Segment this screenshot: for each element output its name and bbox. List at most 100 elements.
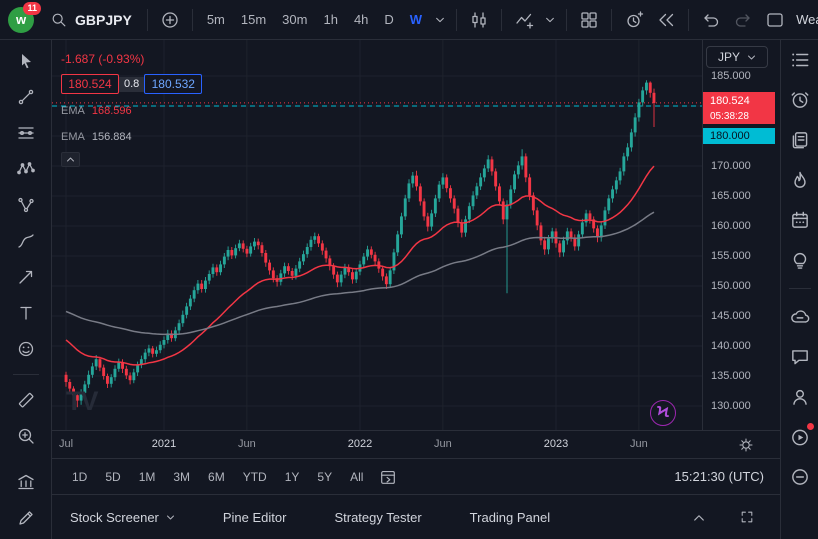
buy-button[interactable]: 180.532 — [144, 74, 202, 94]
ema-fast-label: EMA — [61, 105, 85, 117]
range-3m[interactable]: 3M — [165, 465, 198, 489]
interval-1w[interactable]: W — [403, 6, 429, 34]
sidebar-divider — [789, 288, 811, 289]
candlestick-plot — [52, 40, 702, 430]
ideas-button[interactable] — [786, 248, 814, 272]
range-1y[interactable]: 1Y — [277, 465, 308, 489]
people-button[interactable] — [786, 385, 814, 409]
tool-arrow-button[interactable] — [11, 266, 41, 288]
chart-pane[interactable]: -1.687 (-0.93%) 180.524 0.8 180.532 EMA … — [52, 40, 702, 430]
gear-icon — [738, 437, 754, 453]
tool-ruler-button[interactable] — [11, 389, 41, 411]
goto-date-button[interactable] — [373, 463, 403, 491]
time-axis[interactable]: Jul2021Jun2022Jun2023Jun — [52, 430, 780, 459]
tool-xabcd-button[interactable] — [11, 158, 41, 180]
redo-arrow-icon — [733, 10, 753, 30]
sell-button[interactable]: 180.524 — [61, 74, 119, 94]
more-button[interactable] — [786, 465, 814, 489]
calendar-button[interactable] — [786, 208, 814, 232]
price-axis[interactable]: 185.000180.000175.000170.000165.000160.0… — [702, 40, 781, 430]
chart-settings-button[interactable] — [734, 435, 758, 455]
layout-name-button[interactable]: Wea — [796, 12, 818, 27]
notification-badge: 11 — [23, 2, 41, 15]
replay-button[interactable] — [651, 6, 681, 34]
range-ytd[interactable]: YTD — [235, 465, 275, 489]
chart-style-button[interactable] — [464, 6, 494, 34]
price-axis-label: 140.000 — [711, 340, 751, 352]
watchlist-button[interactable] — [786, 48, 814, 72]
alarm-clock-icon — [789, 89, 811, 111]
maximize-panel-button[interactable] — [732, 503, 762, 531]
calendar-icon — [789, 209, 811, 231]
indicators-menu-button[interactable] — [541, 6, 559, 34]
layout-grid-button[interactable] — [574, 6, 604, 34]
tool-columns-button[interactable] — [11, 471, 41, 493]
replay-rewind-icon — [656, 10, 676, 30]
tool-pencil-button[interactable] — [11, 507, 41, 529]
intervals-menu-button[interactable] — [431, 6, 449, 34]
range-6m[interactable]: 6M — [200, 465, 233, 489]
time-axis-label: Jun — [238, 438, 256, 450]
interval-1d[interactable]: D — [377, 6, 400, 34]
collapse-indicators-button[interactable] — [61, 152, 80, 167]
range-1m[interactable]: 1M — [131, 465, 164, 489]
undo-button[interactable] — [696, 6, 726, 34]
interval-4h[interactable]: 4h — [347, 6, 375, 34]
fullscreen-button[interactable] — [760, 6, 790, 34]
time-axis-label: 2022 — [348, 438, 372, 450]
tool-zoom-button[interactable] — [11, 425, 41, 447]
tool-trendline-button[interactable] — [11, 86, 41, 108]
currency-toggle-button[interactable]: JPY — [706, 46, 768, 68]
interval-5m[interactable]: 5m — [200, 6, 232, 34]
interval-15m[interactable]: 15m — [234, 6, 273, 34]
tab-label: Strategy Tester — [334, 510, 421, 525]
time-axis-labels: Jul2021Jun2022Jun2023Jun — [52, 431, 702, 459]
indicators-button[interactable] — [509, 6, 539, 34]
tool-cursor-button[interactable] — [11, 50, 41, 72]
news-button[interactable] — [786, 128, 814, 152]
tab-pine-editor[interactable]: Pine Editor — [223, 510, 287, 525]
expand-panel-button[interactable] — [684, 503, 714, 531]
tool-text-button[interactable] — [11, 302, 41, 324]
minds-button[interactable] — [786, 305, 814, 329]
toolbar-divider — [611, 9, 612, 31]
price-axis-label: 185.000 — [711, 70, 751, 82]
create-alert-button[interactable] — [619, 6, 649, 34]
play-circle-icon — [789, 426, 811, 448]
price-axis-label: 165.000 — [711, 190, 751, 202]
indicators-icon — [514, 10, 534, 30]
tool-forecast-button[interactable] — [11, 194, 41, 216]
ema-fast-value: 168.596 — [92, 105, 132, 117]
range-5y[interactable]: 5Y — [309, 465, 340, 489]
range-all[interactable]: All — [342, 465, 371, 489]
undo-arrow-icon — [701, 10, 721, 30]
logo-avatar[interactable]: w 11 — [8, 7, 34, 33]
tool-emoji-button[interactable] — [11, 338, 41, 360]
tab-strategy-tester[interactable]: Strategy Tester — [334, 510, 421, 525]
hotlists-button[interactable] — [786, 168, 814, 192]
range-5d[interactable]: 5D — [97, 465, 128, 489]
forecast-dots-icon — [16, 195, 36, 215]
compare-add-button[interactable] — [155, 6, 185, 34]
tab-trading-panel[interactable]: Trading Panel — [470, 510, 550, 525]
alerts-button[interactable] — [786, 88, 814, 112]
columns-building-icon — [16, 472, 36, 492]
alarm-clock-plus-icon — [624, 10, 644, 30]
streams-button[interactable] — [786, 425, 814, 449]
tool-brush-button[interactable] — [11, 230, 41, 252]
brush-icon — [16, 231, 36, 251]
quick-trade-button[interactable]: Ϟ — [650, 400, 676, 426]
toolbar-divider — [566, 9, 567, 31]
right-sidebar — [780, 40, 818, 539]
maximize-icon — [739, 509, 755, 525]
symbol-search-button[interactable]: GBPJPY — [42, 6, 140, 34]
chat-button[interactable] — [786, 345, 814, 369]
interval-1h[interactable]: 1h — [316, 6, 344, 34]
range-1d[interactable]: 1D — [64, 465, 95, 489]
interval-30m[interactable]: 30m — [275, 6, 314, 34]
clock-utc[interactable]: 15:21:30 (UTC) — [674, 469, 768, 484]
tool-fib-button[interactable] — [11, 122, 41, 144]
tab-label: Pine Editor — [223, 510, 287, 525]
tab-stock-screener[interactable]: Stock Screener — [70, 510, 175, 525]
redo-button[interactable] — [728, 6, 758, 34]
